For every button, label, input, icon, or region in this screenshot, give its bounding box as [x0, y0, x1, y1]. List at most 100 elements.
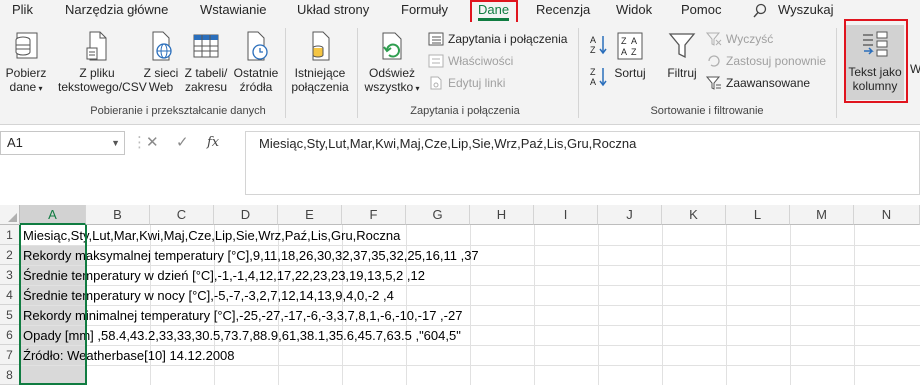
- advanced-filter-icon: [706, 76, 721, 90]
- recent-sources-button[interactable]: Ostatnie źródła: [230, 30, 282, 94]
- sort-dialog-icon: Z A A Z: [617, 32, 643, 60]
- existing-connections-button[interactable]: Istniejące połączenia: [290, 30, 350, 94]
- column-header-b[interactable]: B: [86, 205, 150, 225]
- edit-links-icon: [430, 76, 442, 90]
- clear-label: Wyczyść: [726, 32, 774, 46]
- column-header-j[interactable]: J: [598, 205, 662, 225]
- queries-icon: [428, 32, 444, 46]
- row-header-4[interactable]: 4: [0, 285, 20, 305]
- column-header-k[interactable]: K: [662, 205, 726, 225]
- svg-text:A: A: [621, 47, 627, 57]
- svg-text:A: A: [590, 35, 596, 45]
- tab-formulas[interactable]: Formuły: [401, 0, 448, 20]
- group-divider: [836, 28, 837, 118]
- from-table-button[interactable]: Z tabeli/ zakresu: [182, 30, 230, 94]
- column-header-g[interactable]: G: [406, 205, 470, 225]
- advanced-label: Zaawansowane: [726, 76, 811, 90]
- from-web-button[interactable]: Z sieci Web: [140, 30, 182, 94]
- cell-a6[interactable]: Opady [mm] ,58.4,43.2,33,33,30.5,73.7,88…: [23, 326, 461, 346]
- truncated-ribbon-item: W: [910, 62, 920, 76]
- filter-funnel-icon: [668, 33, 696, 59]
- column-header-l[interactable]: L: [726, 205, 790, 225]
- from-text-label1: Z pliku: [79, 66, 115, 80]
- svg-text:A: A: [590, 77, 596, 87]
- sort-za-button[interactable]: ZA: [589, 66, 613, 87]
- row-header-2[interactable]: 2: [0, 245, 20, 265]
- column-header-d[interactable]: D: [214, 205, 278, 225]
- ribbon: Pobierz dane ▾ Z pliku tekstowego/CSV Z …: [0, 19, 920, 125]
- edit-links-label: Edytuj linki: [448, 76, 506, 90]
- advanced-filter-button[interactable]: Zaawansowane: [706, 74, 810, 92]
- tell-me-search[interactable]: Wyszukaj: [752, 0, 834, 20]
- svg-text:Z: Z: [621, 36, 627, 46]
- properties-label: Właściwości: [448, 54, 514, 68]
- cancel-icon[interactable]: ✕: [146, 131, 159, 155]
- enter-check-icon[interactable]: ✓: [176, 131, 189, 155]
- filter-label: Filtruj: [667, 66, 697, 80]
- dropdown-arrow-icon: ▾: [36, 84, 43, 93]
- worksheet-grid[interactable]: A B C D E F G H I J K L M N 1 2 3 4 5 6 …: [0, 205, 920, 385]
- tab-file[interactable]: Plik: [12, 0, 33, 20]
- group-divider: [578, 28, 579, 118]
- from-text-csv-button[interactable]: Z pliku tekstowego/CSV: [58, 30, 147, 94]
- refresh-all-button[interactable]: Odśwież wszystko ▾: [362, 30, 422, 96]
- reapply-button[interactable]: Zastosuj ponownie: [706, 52, 826, 70]
- from-web-label2: Web: [148, 80, 174, 94]
- column-header-f[interactable]: F: [342, 205, 406, 225]
- filter-button[interactable]: Filtruj: [664, 30, 700, 80]
- properties-button[interactable]: Właściwości: [428, 52, 513, 70]
- edit-links-button[interactable]: Edytuj linki: [428, 74, 505, 92]
- recent-label2: źródła: [239, 80, 273, 94]
- row-header-5[interactable]: 5: [0, 305, 20, 325]
- column-header-m[interactable]: M: [790, 205, 854, 225]
- cell-a2[interactable]: Rekordy maksymalnej temperatury [°C],9,1…: [23, 246, 479, 266]
- cell-a5[interactable]: Rekordy minimalnej temperatury [°C],-25,…: [23, 306, 462, 326]
- clear-filter-button[interactable]: Wyczyść: [706, 30, 773, 48]
- sort-button[interactable]: Z A A Z Sortuj: [612, 30, 648, 80]
- group-get-transform-label: Pobieranie i przekształcanie danych: [90, 105, 266, 117]
- text-file-icon: [86, 31, 107, 61]
- formula-input[interactable]: Miesiąc,Sty,Lut,Mar,Kwi,Maj,Cze,Lip,Sie,…: [245, 131, 920, 195]
- tab-view[interactable]: Widok: [616, 0, 652, 20]
- existing-label1: Istniejące: [294, 66, 346, 80]
- web-icon: [152, 31, 172, 61]
- tab-home[interactable]: Narzędzia główne: [65, 0, 168, 20]
- column-header-n[interactable]: N: [854, 205, 920, 225]
- tab-insert[interactable]: Wstawianie: [200, 0, 266, 20]
- existing-label2: połączenia: [291, 80, 349, 94]
- tab-page-layout[interactable]: Układ strony: [297, 0, 369, 20]
- tell-me-label: Wyszukaj: [778, 2, 834, 17]
- selection-border: [19, 225, 87, 385]
- queries-connections-button[interactable]: Zapytania i połączenia: [428, 30, 567, 48]
- insert-function-icon[interactable]: fx: [207, 131, 219, 155]
- refresh-label2: wszystko: [364, 80, 414, 94]
- column-header-h[interactable]: H: [470, 205, 534, 225]
- more-dots-icon: ⋮: [132, 134, 147, 151]
- svg-text:Z: Z: [590, 45, 596, 55]
- column-header-e[interactable]: E: [278, 205, 342, 225]
- sort-z-a-icon: ZA: [590, 67, 607, 87]
- from-table-label2: zakresu: [184, 80, 228, 94]
- name-box-value: A1: [7, 135, 23, 150]
- chevron-down-icon[interactable]: ▼: [111, 132, 120, 154]
- get-data-button[interactable]: Pobierz dane ▾: [2, 30, 50, 96]
- column-header-a[interactable]: A: [20, 205, 86, 225]
- column-header-i[interactable]: I: [534, 205, 598, 225]
- dropdown-arrow-icon: ▾: [413, 84, 420, 93]
- svg-text:A: A: [631, 36, 637, 46]
- recent-label1: Ostatnie: [233, 66, 279, 80]
- row-header-7[interactable]: 7: [0, 345, 20, 365]
- ribbon-tabs: Plik Narzędzia główne Wstawianie Układ s…: [0, 0, 920, 27]
- column-header-c[interactable]: C: [150, 205, 214, 225]
- row-header-3[interactable]: 3: [0, 265, 20, 285]
- tab-help[interactable]: Pomoc: [681, 0, 721, 20]
- row-header-6[interactable]: 6: [0, 325, 20, 345]
- sort-label: Sortuj: [614, 66, 646, 80]
- select-all-button[interactable]: [0, 205, 20, 225]
- row-header-1[interactable]: 1: [0, 225, 20, 245]
- name-box[interactable]: A1 ▼: [0, 131, 125, 155]
- row-header-8[interactable]: 8: [0, 365, 20, 385]
- tab-review[interactable]: Recenzja: [536, 0, 590, 20]
- sort-az-button[interactable]: AZ: [589, 34, 613, 55]
- recent-clock-icon: [247, 31, 268, 61]
